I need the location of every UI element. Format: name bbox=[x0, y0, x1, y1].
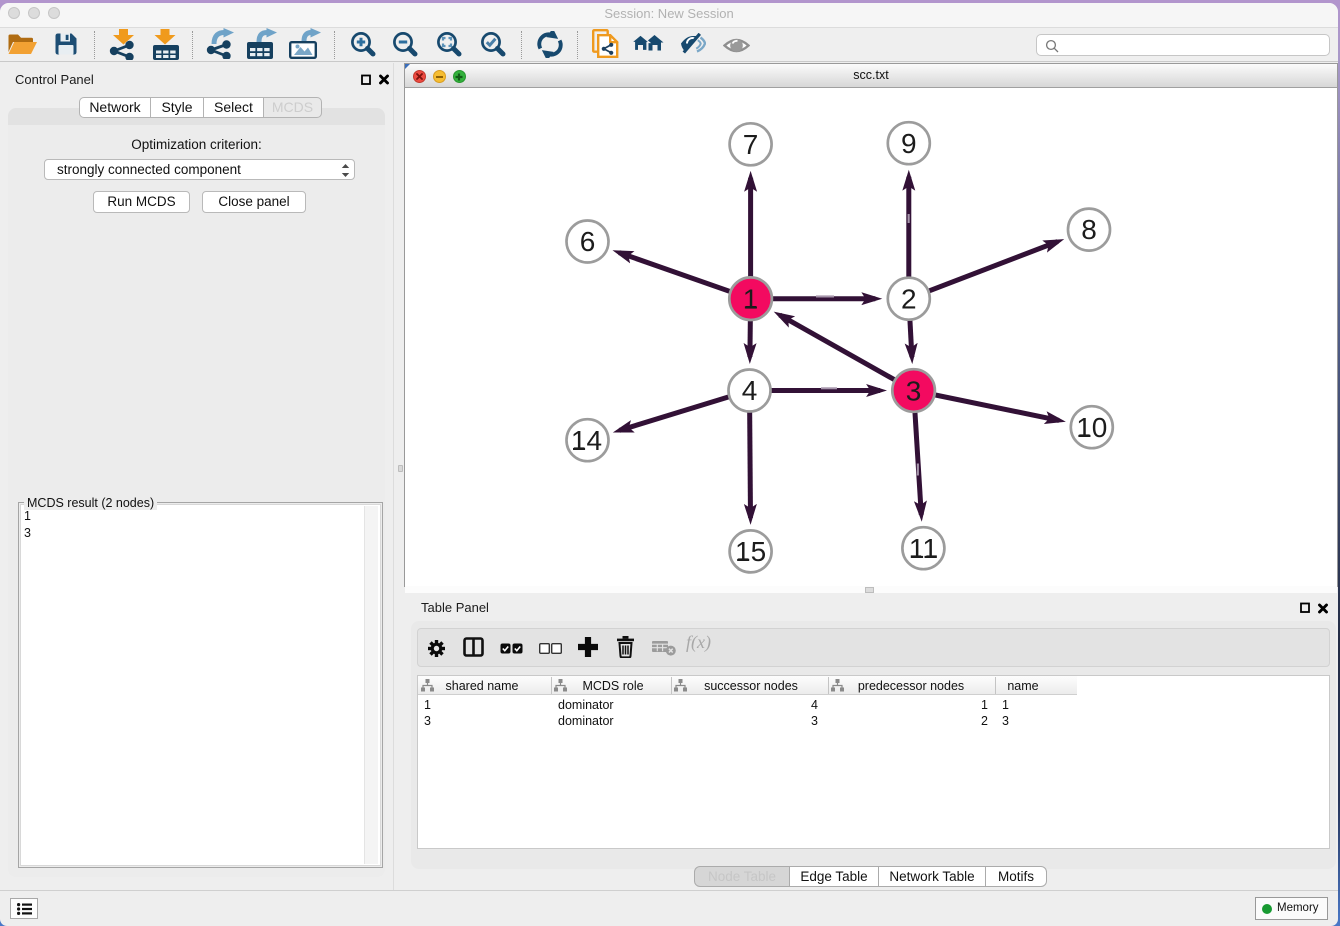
svg-text:8: 8 bbox=[1081, 214, 1097, 245]
svg-text:2: 2 bbox=[901, 284, 917, 315]
svg-text:14: 14 bbox=[571, 425, 602, 456]
svg-text:6: 6 bbox=[580, 226, 596, 257]
svg-text:1: 1 bbox=[743, 284, 759, 315]
svg-text:15: 15 bbox=[735, 536, 766, 567]
svg-text:3: 3 bbox=[906, 376, 922, 407]
svg-text:9: 9 bbox=[901, 128, 917, 159]
svg-text:4: 4 bbox=[742, 375, 758, 406]
svg-text:10: 10 bbox=[1076, 412, 1107, 443]
svg-text:11: 11 bbox=[909, 533, 938, 564]
svg-text:7: 7 bbox=[743, 129, 759, 160]
